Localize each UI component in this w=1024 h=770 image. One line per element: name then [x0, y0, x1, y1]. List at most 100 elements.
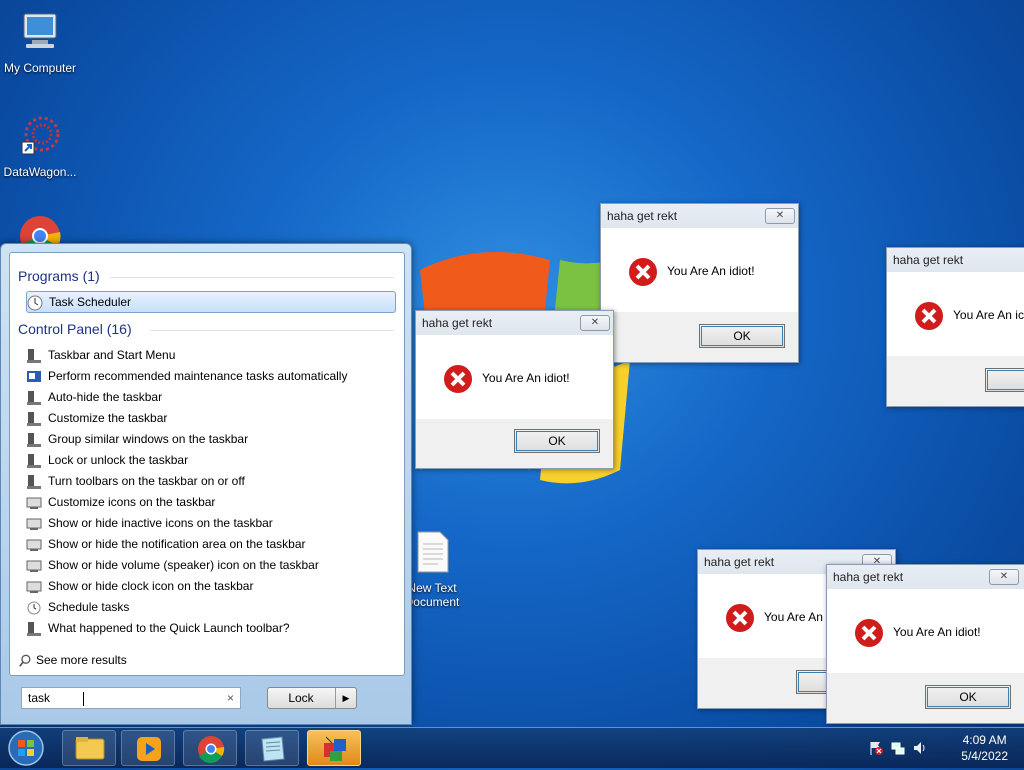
dialog-body: You Are An ic: [887, 272, 1024, 356]
dialog-body: You Are An idiot!: [827, 589, 1024, 673]
taskbar-settings-icon: [27, 348, 41, 363]
dialog-message: You Are An idiot!: [482, 371, 570, 385]
notification-icons-icon: [26, 518, 42, 530]
result-item[interactable]: Lock or unlock the taskbar: [26, 450, 396, 470]
search-results-panel: Programs (1) Task Scheduler Control Pane…: [9, 252, 405, 676]
result-label: Show or hide clock icon on the taskbar: [48, 579, 254, 593]
clock[interactable]: 4:09 AM 5/4/2022: [961, 732, 1008, 764]
desktop-icon-datawagon[interactable]: DataWagon...: [0, 114, 80, 179]
result-label: Auto-hide the taskbar: [48, 390, 163, 404]
title-bar[interactable]: haha get rekt: [887, 248, 1024, 272]
search-value: task: [28, 691, 51, 705]
text-document-icon: [417, 531, 449, 573]
see-more-results-link[interactable]: See more results: [18, 650, 388, 670]
error-dialog[interactable]: haha get rekt You Are An ic O: [886, 247, 1024, 407]
result-item[interactable]: Show or hide inactive icons on the taskb…: [26, 513, 396, 533]
taskbar-notepad-button[interactable]: [245, 730, 299, 766]
text-cursor: [83, 691, 85, 706]
taskbar-chrome-button[interactable]: [183, 730, 237, 766]
ok-button[interactable]: OK: [925, 685, 1011, 709]
dialog-title: haha get rekt: [422, 316, 493, 330]
schedule-icon: [27, 601, 41, 615]
datawagon-icon: [21, 116, 60, 155]
result-item[interactable]: Auto-hide the taskbar: [26, 387, 396, 407]
taskbar-active-app-button[interactable]: [307, 730, 361, 766]
result-item[interactable]: Customize the taskbar: [26, 408, 396, 428]
programs-header: Programs (1): [18, 268, 100, 284]
desktop-icon-my-computer[interactable]: My Computer: [0, 10, 80, 75]
computer-icon: [23, 13, 57, 48]
folder-icon: [75, 737, 105, 760]
dialog-message: You Are An: [764, 610, 823, 624]
result-item[interactable]: Turn toolbars on the taskbar on or off: [26, 471, 396, 491]
desktop-icon-label: DataWagon...: [3, 165, 77, 179]
notification-area: 4:09 AM 5/4/2022: [854, 728, 1024, 768]
error-icon: [913, 300, 945, 332]
error-icon: [853, 617, 885, 649]
divider: [150, 330, 394, 331]
dialog-title: haha get rekt: [704, 555, 775, 569]
result-label: Show or hide volume (speaker) icon on th…: [48, 558, 319, 572]
desktop-icon-label: My Computer: [3, 61, 77, 75]
ok-button[interactable]: OK: [699, 324, 785, 348]
start-button[interactable]: [6, 729, 46, 767]
taskbar-settings-icon: [27, 432, 41, 447]
error-icon: [442, 363, 474, 395]
result-label: Group similar windows on the taskbar: [48, 432, 249, 446]
divider: [110, 277, 394, 278]
result-item[interactable]: Show or hide volume (speaker) icon on th…: [26, 555, 396, 575]
clear-search-icon[interactable]: ×: [227, 691, 234, 705]
result-item[interactable]: Taskbar and Start Menu: [26, 345, 396, 365]
result-item[interactable]: Group similar windows on the taskbar: [26, 429, 396, 449]
close-button[interactable]: ✕: [580, 315, 610, 331]
start-menu[interactable]: Programs (1) Task Scheduler Control Pane…: [0, 243, 412, 725]
result-item[interactable]: Show or hide clock icon on the taskbar: [26, 576, 396, 596]
taskbar-explorer-button[interactable]: [62, 730, 116, 766]
title-bar[interactable]: haha get rekt ✕: [827, 565, 1024, 589]
chrome-icon: [20, 216, 61, 257]
title-bar[interactable]: haha get rekt ✕: [416, 311, 613, 335]
lock-options-arrow-icon[interactable]: ▶: [335, 688, 356, 708]
result-label: Perform recommended maintenance tasks au…: [48, 369, 348, 383]
lock-button[interactable]: Lock ▶: [267, 687, 357, 709]
network-icon[interactable]: [890, 740, 906, 756]
clock-date: 5/4/2022: [961, 749, 1008, 763]
control-panel-header: Control Panel (16): [18, 321, 132, 337]
close-button[interactable]: ✕: [989, 569, 1019, 585]
error-dialog[interactable]: haha get rekt ✕ You Are An idiot! OK: [826, 564, 1024, 724]
dialog-title: haha get rekt: [833, 570, 904, 584]
volume-icon[interactable]: [912, 740, 928, 756]
clock-icon: [27, 295, 43, 311]
result-item[interactable]: Show or hide the notification area on th…: [26, 534, 396, 554]
result-item[interactable]: Customize icons on the taskbar: [26, 492, 396, 512]
result-label: Customize icons on the taskbar: [48, 495, 216, 509]
result-label: What happened to the Quick Launch toolba…: [48, 621, 290, 635]
search-input[interactable]: task ×: [21, 687, 241, 709]
action-center-flag-icon[interactable]: [868, 740, 884, 756]
result-item[interactable]: Perform recommended maintenance tasks au…: [26, 366, 396, 386]
taskbar-settings-icon: [27, 474, 41, 489]
error-dialog[interactable]: haha get rekt ✕ You Are An idiot! OK: [600, 203, 799, 363]
taskbar-media-player-button[interactable]: [121, 730, 175, 766]
close-button[interactable]: ✕: [765, 208, 795, 224]
ok-button[interactable]: OK: [514, 429, 600, 453]
result-label: Taskbar and Start Menu: [48, 348, 176, 362]
result-label: Show or hide inactive icons on the taskb…: [48, 516, 273, 530]
error-icon: [627, 256, 659, 288]
title-bar[interactable]: haha get rekt ✕: [601, 204, 798, 228]
result-task-scheduler[interactable]: Task Scheduler: [26, 291, 396, 313]
notification-icons-icon: [26, 560, 42, 572]
clock-time: 4:09 AM: [962, 733, 1007, 747]
cube-app-icon: [324, 736, 346, 761]
result-item[interactable]: What happened to the Quick Launch toolba…: [26, 618, 396, 638]
taskbar-settings-icon: [27, 411, 41, 426]
notification-icons-icon: [26, 539, 42, 551]
media-player-icon: [137, 737, 161, 761]
result-label: Task Scheduler: [49, 295, 132, 309]
taskbar-settings-icon: [27, 390, 41, 405]
dialog-body: You Are An idiot!: [601, 228, 798, 312]
ok-button[interactable]: O: [985, 368, 1024, 392]
error-dialog[interactable]: haha get rekt ✕ You Are An idiot! OK: [415, 310, 614, 469]
dialog-title: haha get rekt: [607, 209, 678, 223]
result-item[interactable]: Schedule tasks: [26, 597, 396, 617]
